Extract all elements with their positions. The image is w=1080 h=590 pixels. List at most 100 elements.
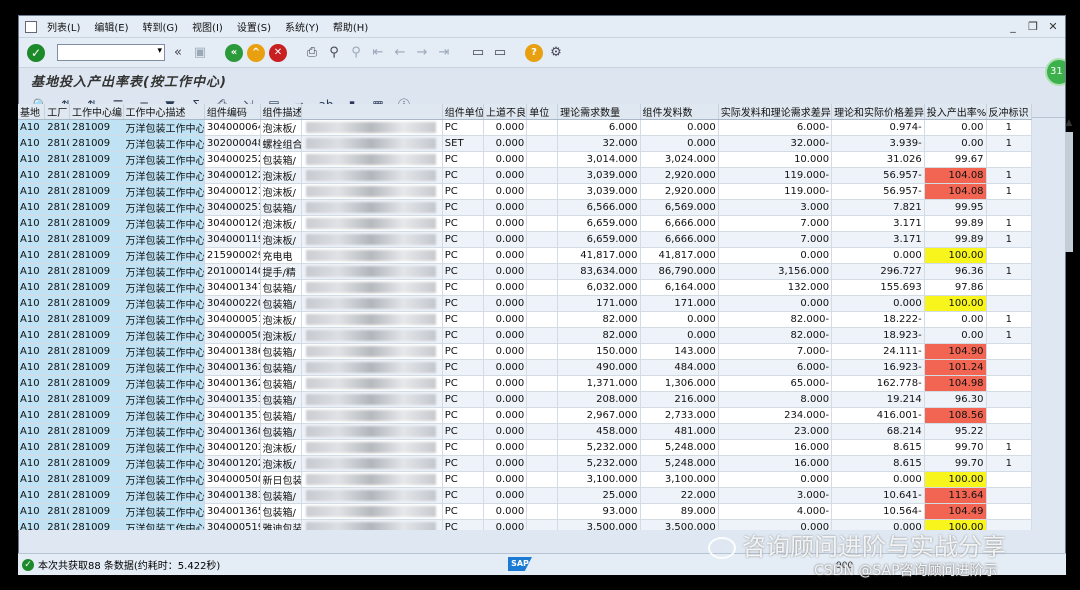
cell-work-center-desc[interactable]: 万洋包装工作中心 — [123, 279, 205, 296]
cell-defect[interactable]: 0.000 — [483, 167, 528, 184]
cell-work-center-desc[interactable]: 万洋包装工作中心 — [123, 151, 205, 168]
cell-plant[interactable]: 2810 — [44, 391, 70, 408]
cell-component-desc[interactable]: 泡沫板/ — [260, 167, 302, 184]
table-row[interactable]: A102810281009万洋包装工作中心215900029充电电PC0.000… — [18, 247, 1032, 264]
cell-defect[interactable]: 0.000 — [483, 231, 528, 248]
cell-price-diff[interactable]: 7.821 — [831, 199, 925, 216]
cell-price-diff[interactable]: 19.214 — [831, 391, 925, 408]
cell-base[interactable]: A10 — [18, 311, 46, 328]
cell-plant[interactable]: 2810 — [44, 519, 70, 530]
cell-component-desc-blurred[interactable] — [301, 519, 443, 530]
cell-work-center[interactable]: 281009 — [69, 279, 124, 296]
cell-backflush-flag[interactable]: 1 — [986, 439, 1032, 456]
cell-component-desc-blurred[interactable] — [301, 423, 443, 440]
cell-work-center[interactable]: 281009 — [69, 151, 124, 168]
cell-required-qty[interactable]: 2,967.000 — [557, 407, 641, 424]
save-icon[interactable]: ▣ — [191, 44, 209, 62]
cell-yield-rate[interactable]: 99.70 — [924, 439, 987, 456]
cell-issued-qty[interactable]: 6,666.000 — [640, 231, 719, 248]
cell-price-diff[interactable]: 16.923- — [831, 359, 925, 376]
cell-defect[interactable]: 0.000 — [483, 375, 528, 392]
cell-unit[interactable]: PC — [442, 215, 484, 232]
column-header-14[interactable]: 投入产出率% — [924, 104, 987, 120]
cell-work-center-desc[interactable]: 万洋包装工作中心 — [123, 359, 205, 376]
column-header-9[interactable]: 单位 — [526, 104, 559, 120]
table-row[interactable]: A102810281009万洋包装工作中心304000122泡沫板/PC0.00… — [18, 167, 1032, 184]
cell-component-desc-blurred[interactable] — [301, 487, 443, 504]
cell-issued-qty[interactable]: 3,500.000 — [640, 519, 719, 530]
cell-yield-rate[interactable]: 104.08 — [924, 167, 987, 184]
cell-base[interactable]: A10 — [18, 279, 46, 296]
cell-base[interactable]: A10 — [18, 119, 46, 136]
cell-required-qty[interactable]: 171.000 — [557, 295, 641, 312]
cell-unit2[interactable] — [526, 231, 559, 248]
table-row[interactable]: A102810281009万洋包装工作中心304001351包装箱/PC0.00… — [18, 407, 1032, 424]
cell-defect[interactable]: 0.000 — [483, 407, 528, 424]
cell-work-center[interactable]: 281009 — [69, 295, 124, 312]
cell-issued-qty[interactable]: 484.000 — [640, 359, 719, 376]
cell-backflush-flag[interactable] — [986, 359, 1032, 376]
cell-price-diff[interactable]: 18.222- — [831, 311, 925, 328]
cell-plant[interactable]: 2810 — [44, 375, 70, 392]
cell-component-desc-blurred[interactable] — [301, 119, 443, 136]
cell-qty-diff[interactable]: 4.000- — [718, 503, 833, 520]
cell-unit[interactable]: PC — [442, 455, 484, 472]
cell-work-center[interactable]: 281009 — [69, 263, 124, 280]
cell-work-center[interactable]: 281009 — [69, 327, 124, 344]
cell-work-center[interactable]: 281009 — [69, 503, 124, 520]
cell-plant[interactable]: 2810 — [44, 311, 70, 328]
cell-component-code[interactable]: 215900029 — [204, 247, 261, 264]
cell-work-center[interactable]: 281009 — [69, 519, 124, 530]
cell-issued-qty[interactable]: 1,306.000 — [640, 375, 719, 392]
table-row[interactable]: A102810281009万洋包装工作中心304001353包装箱/PC0.00… — [18, 391, 1032, 408]
cell-unit2[interactable] — [526, 455, 559, 472]
cell-qty-diff[interactable]: 23.000 — [718, 423, 833, 440]
window-menu-icon[interactable] — [25, 20, 37, 33]
cell-base[interactable]: A10 — [18, 183, 46, 200]
cell-component-desc-blurred[interactable] — [301, 279, 443, 296]
cell-price-diff[interactable]: 8.615 — [831, 455, 925, 472]
cancel-icon[interactable]: ✕ — [269, 43, 287, 62]
cell-base[interactable]: A10 — [18, 343, 46, 360]
table-row[interactable]: A102810281009万洋包装工作中心304000064泡沫板/PC0.00… — [18, 119, 1032, 136]
cell-required-qty[interactable]: 3,039.000 — [557, 183, 641, 200]
cell-component-desc-blurred[interactable] — [301, 135, 443, 152]
cell-component-desc[interactable]: 包装箱/ — [260, 343, 302, 360]
cell-yield-rate[interactable]: 99.89 — [924, 231, 987, 248]
cell-required-qty[interactable]: 5,232.000 — [557, 439, 641, 456]
cell-base[interactable]: A10 — [18, 295, 46, 312]
cell-qty-diff[interactable]: 119.000- — [718, 183, 833, 200]
cell-issued-qty[interactable]: 0.000 — [640, 119, 719, 136]
cell-qty-diff[interactable]: 32.000- — [718, 135, 833, 152]
cell-yield-rate[interactable]: 0.00 — [924, 135, 987, 152]
cell-defect[interactable]: 0.000 — [483, 263, 528, 280]
cell-component-code[interactable]: 304000120 — [204, 215, 261, 232]
cell-qty-diff[interactable]: 6.000- — [718, 119, 833, 136]
cell-plant[interactable]: 2810 — [44, 183, 70, 200]
cell-yield-rate[interactable]: 101.24 — [924, 359, 987, 376]
cell-defect[interactable]: 0.000 — [483, 455, 528, 472]
cell-qty-diff[interactable]: 0.000 — [718, 295, 833, 312]
cell-issued-qty[interactable]: 41,817.000 — [640, 247, 719, 264]
cell-base[interactable]: A10 — [18, 263, 46, 280]
cell-unit2[interactable] — [526, 391, 559, 408]
cell-required-qty[interactable]: 82.000 — [557, 311, 641, 328]
exit-icon[interactable]: ^ — [247, 43, 265, 62]
cell-unit[interactable]: PC — [442, 151, 484, 168]
cell-yield-rate[interactable]: 104.90 — [924, 343, 987, 360]
cell-issued-qty[interactable]: 2,920.000 — [640, 183, 719, 200]
cell-qty-diff[interactable]: 7.000- — [718, 343, 833, 360]
cell-price-diff[interactable]: 0.000 — [831, 247, 925, 264]
cell-qty-diff[interactable]: 7.000 — [718, 215, 833, 232]
cell-component-desc[interactable]: 包装箱/ — [260, 295, 302, 312]
cell-unit2[interactable] — [526, 439, 559, 456]
cell-work-center-desc[interactable]: 万洋包装工作中心 — [123, 215, 205, 232]
table-row[interactable]: A102810281009万洋包装工作中心304001347包装箱/PC0.00… — [18, 279, 1032, 296]
cell-component-code[interactable]: 302000048 — [204, 135, 261, 152]
cell-backflush-flag[interactable] — [986, 375, 1032, 392]
cell-component-desc-blurred[interactable] — [301, 375, 443, 392]
cell-component-desc-blurred[interactable] — [301, 407, 443, 424]
cell-work-center-desc[interactable]: 万洋包装工作中心 — [123, 135, 205, 152]
cell-unit2[interactable] — [526, 375, 559, 392]
cell-price-diff[interactable]: 3.939- — [831, 135, 925, 152]
